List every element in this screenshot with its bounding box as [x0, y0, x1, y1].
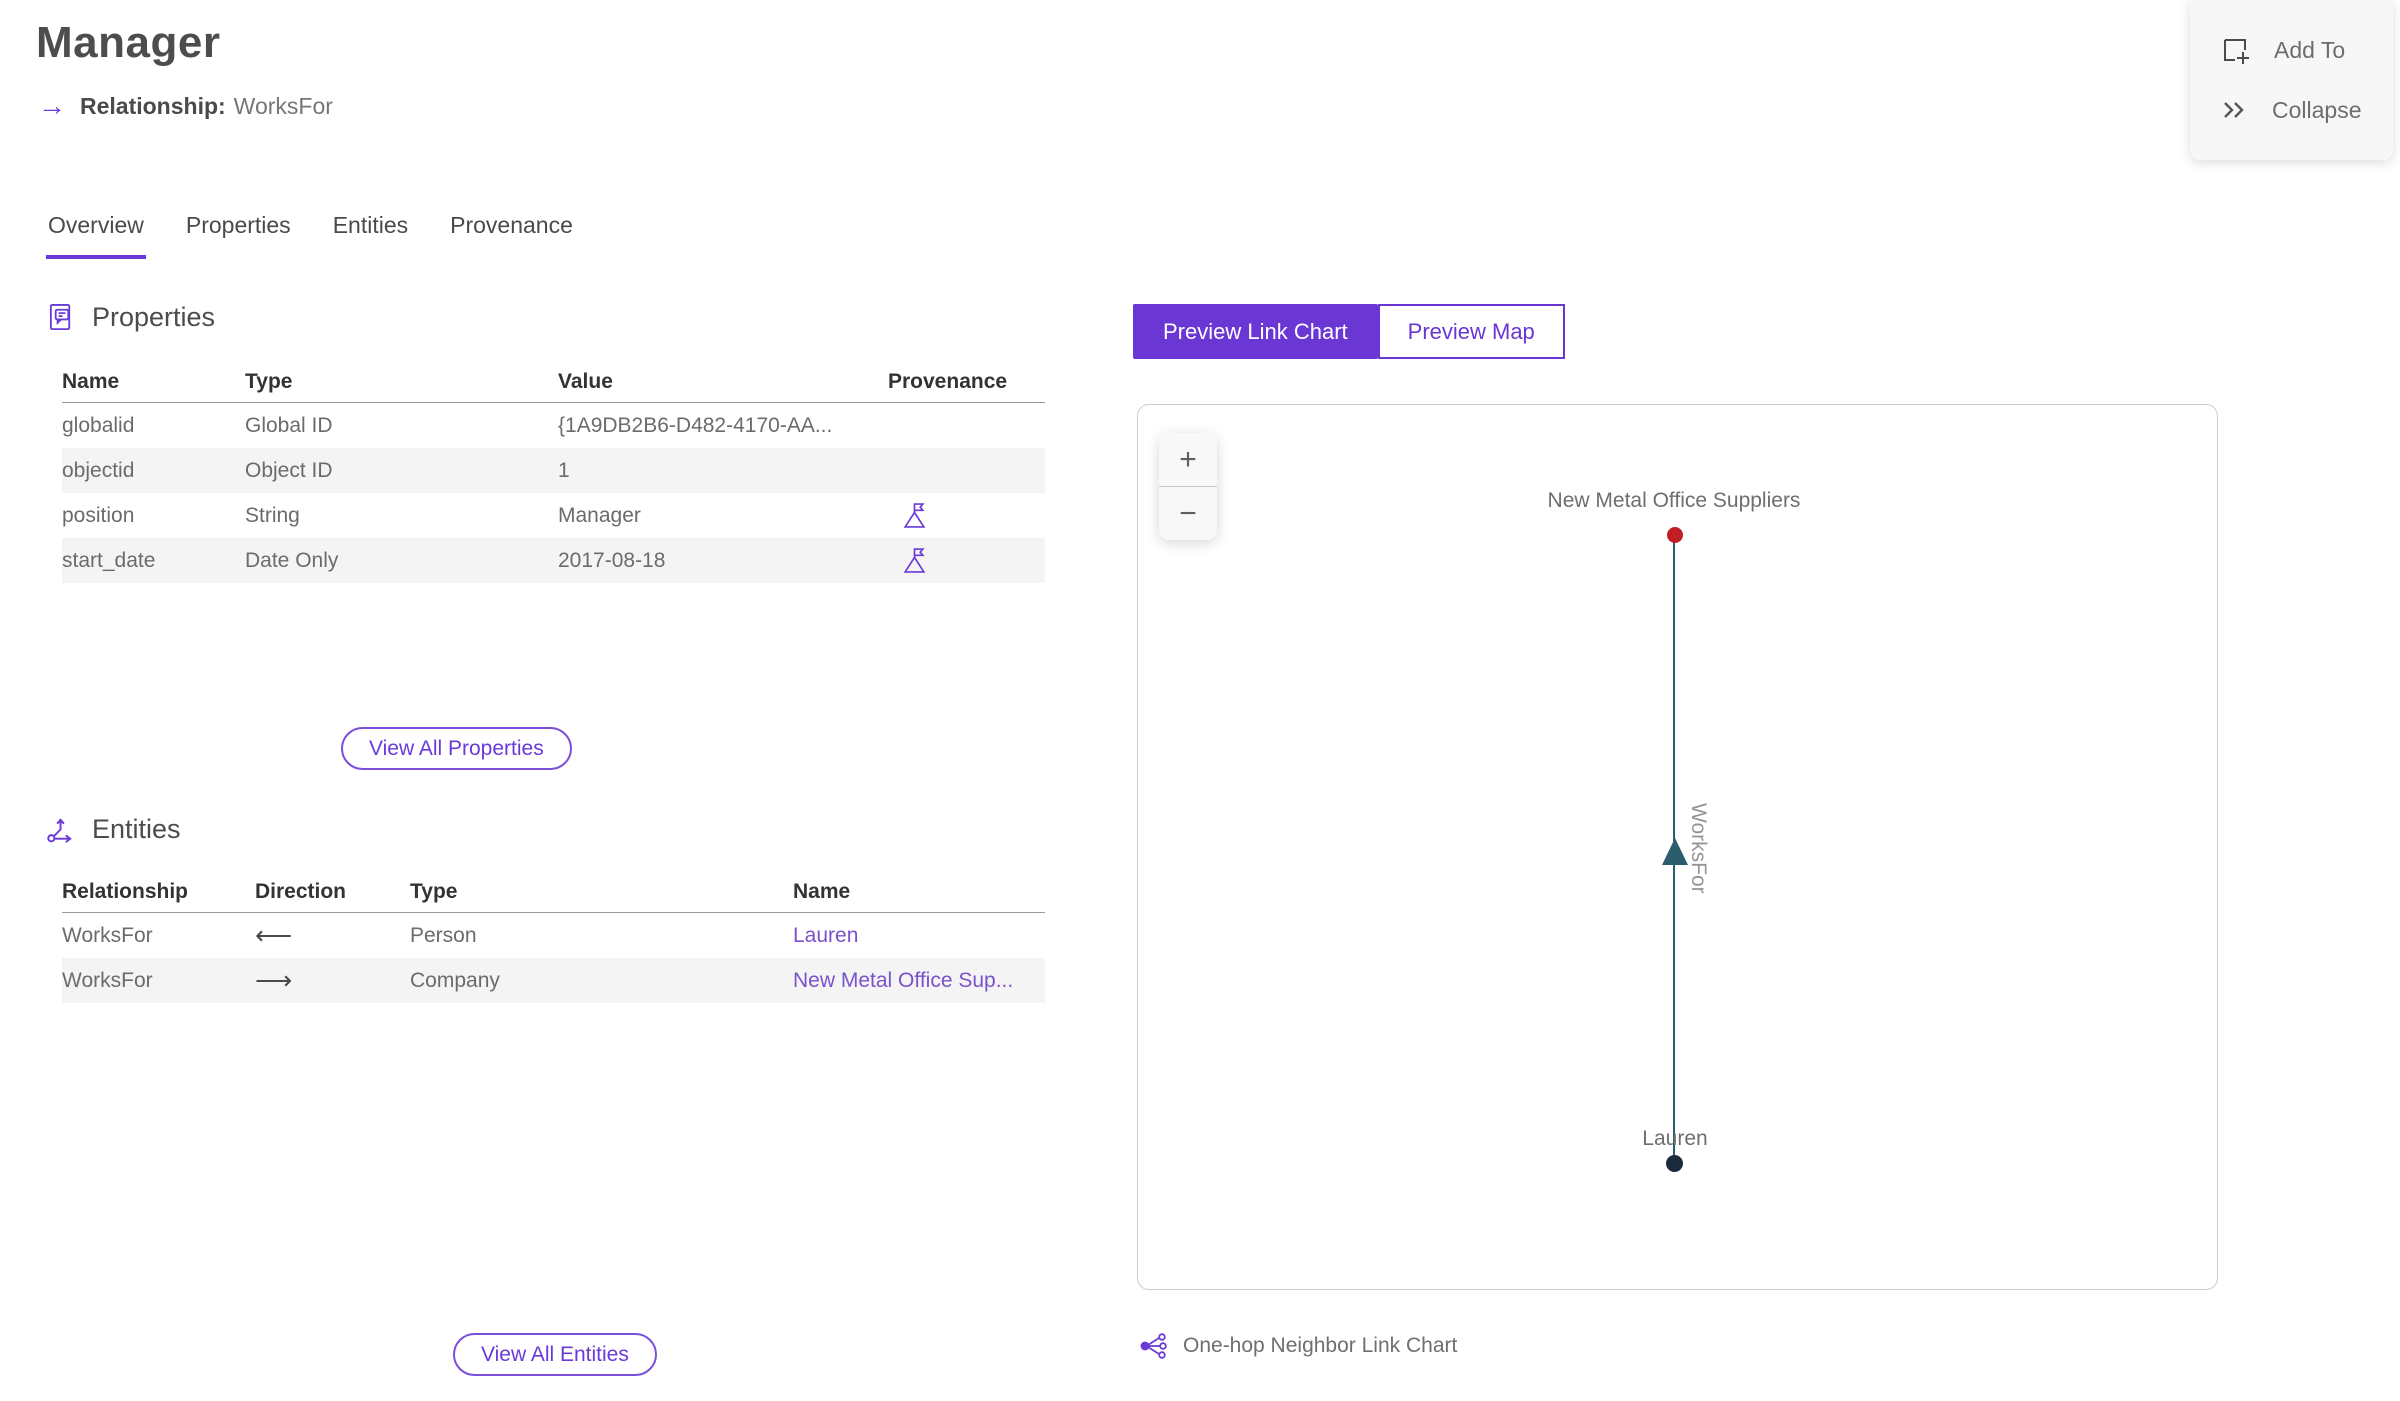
zoom-control: + − [1159, 433, 1217, 540]
property-type: Global ID [245, 413, 333, 437]
col-header: Name [793, 880, 851, 903]
view-all-properties-button[interactable]: View All Properties [341, 727, 572, 770]
node-person[interactable] [1666, 1155, 1683, 1172]
double-chevron-right-icon [2224, 102, 2244, 119]
zoom-in-button[interactable]: + [1159, 433, 1217, 486]
col-header: Name [62, 370, 120, 393]
property-row: globalid Global ID {1A9DB2B6-D482-4170-A… [62, 403, 1045, 448]
col-header: Relationship [62, 880, 189, 903]
col-header: Value [558, 370, 613, 393]
relationship-value: WorksFor [233, 92, 333, 119]
properties-section-heading: Properties [46, 302, 215, 333]
entities-icon [47, 818, 72, 843]
chart-caption-label: One-hop Neighbor Link Chart [1183, 1334, 1458, 1357]
tab-entities[interactable]: Entities [331, 212, 410, 259]
entity-row: WorksFor ⟵ Person Lauren [62, 913, 1045, 958]
property-value: {1A9DB2B6-D482-4170-AA... [558, 413, 833, 437]
one-hop-network-icon [1140, 1333, 1167, 1359]
view-all-entities-button[interactable]: View All Entities [453, 1333, 657, 1376]
col-header: Direction [255, 880, 347, 903]
node-label-person: Lauren [1642, 1127, 1708, 1150]
actions-panel: Add To Collapse [2190, 0, 2393, 160]
zoom-out-button[interactable]: − [1159, 487, 1217, 540]
property-name: position [62, 503, 135, 527]
properties-icon [49, 303, 71, 331]
preview-map-button[interactable]: Preview Map [1377, 304, 1565, 359]
add-to-icon [2224, 38, 2249, 64]
property-row: position String Manager [62, 493, 1045, 538]
direction-arrow-icon: ⟵ [255, 920, 293, 950]
entities-section-heading: Entities [46, 814, 181, 845]
entities-table: Relationship Direction Type Name WorksFo… [62, 872, 1045, 1003]
col-header: Type [410, 880, 458, 903]
col-header: Type [245, 370, 293, 393]
tab-overview[interactable]: Overview [46, 212, 146, 259]
edge-label: WorksFor [1687, 803, 1710, 894]
page-title: Manager [36, 18, 221, 67]
entity-relationship: WorksFor [62, 968, 153, 992]
property-name: globalid [62, 413, 135, 437]
entities-table-header: Relationship Direction Type Name [62, 872, 1045, 913]
property-type: String [245, 503, 300, 527]
property-value: 1 [558, 458, 570, 482]
properties-heading-label: Properties [92, 302, 216, 332]
entity-relationship: WorksFor [62, 923, 153, 947]
entity-name-link[interactable]: Lauren [793, 924, 858, 947]
relationship-detail-page: Manager → Relationship: WorksFor Add To … [0, 0, 2400, 1401]
relationship-subtitle: → Relationship: WorksFor [38, 92, 333, 120]
chart-caption: One-hop Neighbor Link Chart [1140, 1332, 1457, 1360]
provenance-flag-icon[interactable] [902, 502, 927, 529]
relationship-arrow-icon: → [38, 90, 66, 121]
edge-arrowhead-icon [1662, 838, 1688, 865]
add-to-button[interactable]: Add To [2190, 35, 2393, 67]
property-name: start_date [62, 548, 156, 572]
property-row: start_date Date Only 2017-08-18 [62, 538, 1045, 583]
property-value: Manager [558, 503, 641, 527]
detail-tabs: Overview Properties Entities Provenance [46, 212, 575, 259]
add-to-label: Add To [2274, 37, 2346, 64]
properties-table-header: Name Type Value Provenance [62, 362, 1045, 403]
preview-link-chart-button[interactable]: Preview Link Chart [1133, 304, 1378, 359]
preview-toggle: Preview Link Chart Preview Map [1133, 304, 1565, 359]
entity-type: Person [410, 923, 477, 947]
collapse-button[interactable]: Collapse [2190, 95, 2393, 125]
tab-provenance[interactable]: Provenance [448, 212, 575, 259]
tab-properties[interactable]: Properties [184, 212, 293, 259]
property-type: Date Only [245, 548, 339, 572]
col-header: Provenance [888, 370, 1008, 393]
direction-arrow-icon: ⟶ [255, 965, 293, 995]
property-value: 2017-08-18 [558, 548, 666, 572]
property-type: Object ID [245, 458, 333, 482]
collapse-label: Collapse [2272, 96, 2362, 123]
entity-name-link[interactable]: New Metal Office Sup... [793, 969, 1013, 992]
entity-row: WorksFor ⟶ Company New Metal Office Sup.… [62, 958, 1045, 1003]
property-name: objectid [62, 458, 135, 482]
link-chart-canvas[interactable]: + − New Metal Office Suppliers WorksFor … [1137, 404, 2218, 1290]
entity-type: Company [410, 968, 500, 992]
node-label-company: New Metal Office Suppliers [1547, 489, 1801, 512]
provenance-flag-icon[interactable] [902, 547, 927, 574]
relationship-label: Relationship: [80, 92, 226, 119]
entities-heading-label: Entities [92, 814, 181, 844]
node-company[interactable] [1667, 527, 1683, 543]
property-row: objectid Object ID 1 [62, 448, 1045, 493]
properties-table: Name Type Value Provenance globalid Glob… [62, 362, 1045, 583]
